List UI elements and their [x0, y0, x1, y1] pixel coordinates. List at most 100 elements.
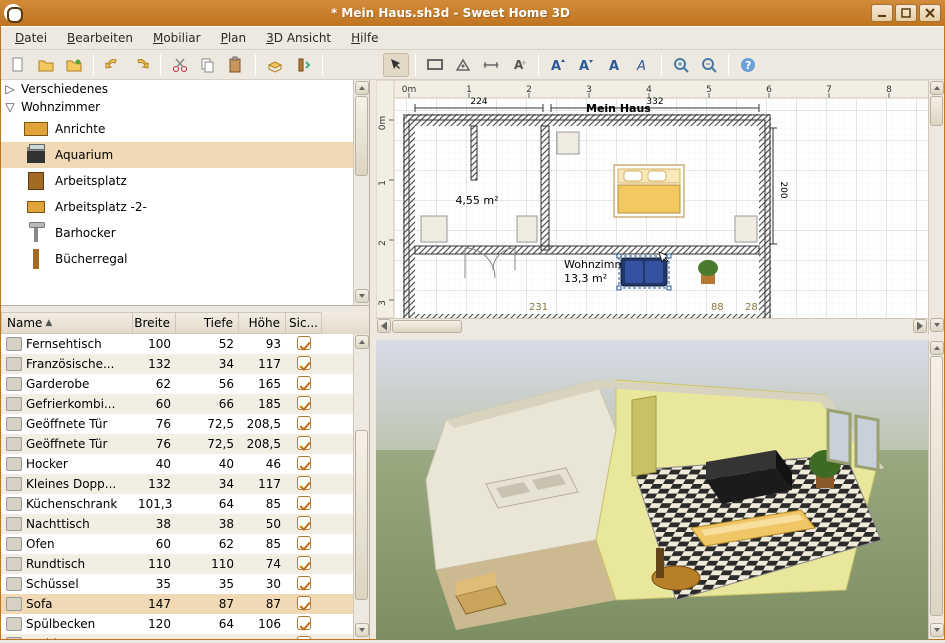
col-breite[interactable]: Breite	[133, 312, 176, 334]
scroll-down-icon[interactable]	[355, 623, 369, 637]
maximize-button[interactable]	[895, 4, 917, 22]
scroll-down-icon[interactable]	[930, 623, 944, 637]
visible-checkbox[interactable]	[297, 576, 311, 590]
scroll-thumb[interactable]	[355, 96, 368, 176]
visible-checkbox[interactable]	[297, 396, 311, 410]
scroll-up-icon[interactable]	[930, 341, 944, 355]
text-size-up-button[interactable]: A	[545, 53, 571, 77]
create-dimensions-tool[interactable]	[478, 53, 504, 77]
visible-checkbox[interactable]	[297, 496, 311, 510]
scroll-thumb[interactable]	[392, 320, 462, 333]
table-row[interactable]: Gefrierkombi...6066185	[1, 394, 353, 414]
visible-checkbox[interactable]	[297, 596, 311, 610]
table-row[interactable]: Fernsehtisch1005293	[1, 334, 353, 354]
table-row[interactable]: Geöffnete Tür7672,5208,5	[1, 414, 353, 434]
minimize-button[interactable]	[871, 4, 893, 22]
text-size-down-button[interactable]: A	[573, 53, 599, 77]
plan-hscrollbar[interactable]	[376, 318, 928, 334]
table-row[interactable]: Ofen606285	[1, 534, 353, 554]
menu-edit[interactable]: Bearbeiten	[59, 29, 141, 47]
catalog-item-bucherregal[interactable]: Bücherregal	[1, 246, 353, 272]
catalog-item-barhocker[interactable]: Barhocker	[1, 220, 353, 246]
plan-vscrollbar[interactable]	[928, 80, 944, 334]
table-row[interactable]: Französische...13234117	[1, 354, 353, 374]
create-text-tool[interactable]: A+	[506, 53, 532, 77]
scroll-thumb[interactable]	[355, 430, 368, 600]
catalog-item-arbeitsplatz[interactable]: Arbeitsplatz	[1, 168, 353, 194]
table-row[interactable]: Stuhl404290	[1, 634, 353, 639]
catalog-scrollbar[interactable]	[353, 80, 369, 305]
zoom-in-button[interactable]	[668, 53, 694, 77]
scroll-left-icon[interactable]	[377, 319, 391, 333]
visible-checkbox[interactable]	[297, 356, 311, 370]
menu-furn[interactable]: Mobiliar	[145, 29, 209, 47]
menu-file[interactable]: Datei	[7, 29, 55, 47]
scroll-right-icon[interactable]	[913, 319, 927, 333]
create-rooms-tool[interactable]	[450, 53, 476, 77]
scroll-thumb[interactable]	[930, 96, 943, 126]
help-button[interactable]: ?	[735, 53, 761, 77]
table-row[interactable]: Küchenschrank101,36485	[1, 494, 353, 514]
zoom-out-button[interactable]	[696, 53, 722, 77]
scroll-thumb[interactable]	[930, 356, 943, 616]
scroll-down-icon[interactable]	[930, 318, 944, 332]
table-row[interactable]: Hocker404046	[1, 454, 353, 474]
close-button[interactable]	[919, 4, 941, 22]
catalog-item-anrichte[interactable]: Anrichte	[1, 116, 353, 142]
table-row[interactable]: Spülbecken12064106	[1, 614, 353, 634]
cut-button[interactable]	[167, 53, 193, 77]
create-walls-tool[interactable]	[422, 53, 448, 77]
visible-checkbox[interactable]	[297, 516, 311, 530]
save-button[interactable]	[61, 53, 87, 77]
text-italic-button[interactable]: A	[629, 53, 655, 77]
table-row[interactable]: Garderobe6256165	[1, 374, 353, 394]
redo-button[interactable]	[128, 53, 154, 77]
table-row[interactable]: Schüssel353530	[1, 574, 353, 594]
visible-checkbox[interactable]	[297, 476, 311, 490]
visible-checkbox[interactable]	[297, 616, 311, 630]
scroll-up-icon[interactable]	[930, 81, 944, 95]
table-row[interactable]: Sofa1478787	[1, 594, 353, 614]
category-wohnzimmer[interactable]: ▽ Wohnzimmer	[1, 98, 353, 116]
col-hohe[interactable]: Höhe	[239, 312, 286, 334]
category-verschiedenes[interactable]: ▷ Verschiedenes	[1, 80, 353, 98]
view3d-scrollbar[interactable]	[928, 340, 944, 639]
table-row[interactable]: Nachttisch383850	[1, 514, 353, 534]
new-button[interactable]	[5, 53, 31, 77]
col-name[interactable]: Name▲	[1, 312, 133, 334]
scroll-up-icon[interactable]	[355, 335, 369, 349]
plan-canvas[interactable]: 0m12345678910 0m123	[376, 80, 928, 318]
catalog-item-arbeitsplatz2[interactable]: Arbeitsplatz -2-	[1, 194, 353, 220]
menu-view3d[interactable]: 3D Ansicht	[258, 29, 339, 47]
menu-help[interactable]: Hilfe	[343, 29, 386, 47]
copy-button[interactable]	[195, 53, 221, 77]
visible-checkbox[interactable]	[297, 536, 311, 550]
table-scrollbar[interactable]	[353, 334, 369, 639]
scroll-up-icon[interactable]	[355, 81, 369, 95]
visible-checkbox[interactable]	[297, 556, 311, 570]
table-row[interactable]: Rundtisch11011074	[1, 554, 353, 574]
col-sic[interactable]: Sic...	[286, 312, 322, 334]
col-tiefe[interactable]: Tiefe	[176, 312, 239, 334]
plan-view[interactable]: 0m12345678910 0m123	[376, 80, 944, 334]
visible-checkbox[interactable]	[297, 376, 311, 390]
scroll-down-icon[interactable]	[355, 289, 369, 303]
add-furniture-button[interactable]	[262, 53, 288, 77]
visible-checkbox[interactable]	[297, 336, 311, 350]
visible-checkbox[interactable]	[297, 416, 311, 430]
text-bold-button[interactable]: A	[601, 53, 627, 77]
menu-plan[interactable]: Plan	[213, 29, 255, 47]
paste-button[interactable]	[223, 53, 249, 77]
select-tool[interactable]	[383, 53, 409, 77]
view-3d[interactable]	[376, 340, 944, 639]
furniture-table: Name▲ Breite Tiefe Höhe Sic... Fernsehti…	[1, 312, 369, 639]
table-row[interactable]: Geöffnete Tür7672,5208,5	[1, 434, 353, 454]
import-furniture-button[interactable]	[290, 53, 316, 77]
table-row[interactable]: Kleines Dopp...13234117	[1, 474, 353, 494]
visible-checkbox[interactable]	[297, 436, 311, 450]
open-button[interactable]	[33, 53, 59, 77]
visible-checkbox[interactable]	[297, 456, 311, 470]
catalog-item-aquarium[interactable]: Aquarium	[1, 142, 353, 168]
visible-checkbox[interactable]	[297, 636, 311, 640]
undo-button[interactable]	[100, 53, 126, 77]
